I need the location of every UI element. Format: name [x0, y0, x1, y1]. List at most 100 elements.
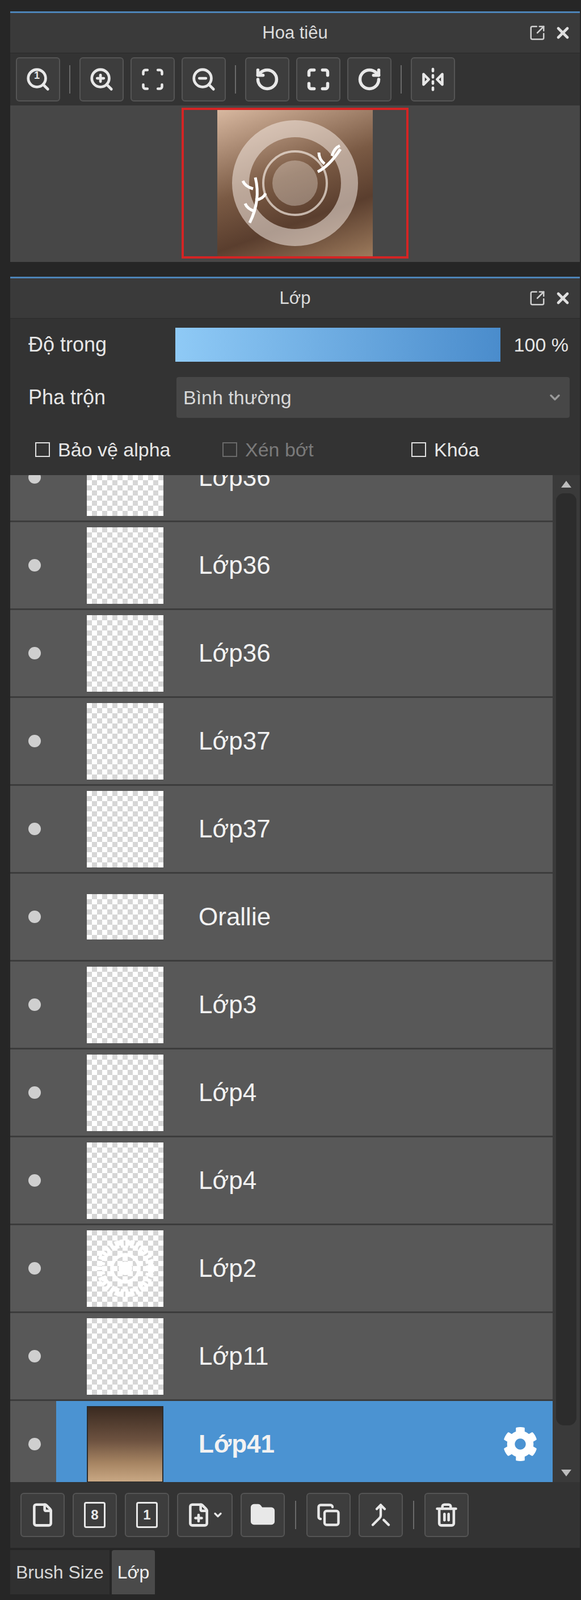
trash-icon [434, 1503, 460, 1529]
zoom-out-button[interactable] [181, 57, 226, 102]
zoom-actual-button[interactable]: 1 [15, 57, 61, 102]
close-icon[interactable] [553, 289, 572, 308]
delete-button[interactable] [424, 1493, 469, 1539]
layer-name: Lớp3 [198, 986, 538, 1025]
layer-row[interactable]: Lớp41 [10, 1402, 553, 1484]
layers-header: Lớp [10, 276, 580, 319]
canvas-artwork-icon [226, 115, 364, 252]
layer-thumbnail [86, 1319, 164, 1396]
flip-button[interactable] [410, 57, 456, 102]
toolbar-separator [413, 1501, 415, 1531]
layer-row[interactable]: Lớp4 [10, 1138, 553, 1227]
toolbar-separator [234, 65, 237, 94]
8bit-layer-icon: 8 [83, 1502, 106, 1530]
checkbox-box [35, 442, 50, 458]
merge-icon [368, 1504, 393, 1528]
option-checkbox[interactable]: Khóa [411, 435, 479, 465]
close-icon[interactable] [553, 23, 572, 42]
new-layer-button[interactable] [20, 1493, 65, 1539]
new-8bit-layer-button[interactable]: 8 [72, 1493, 117, 1539]
toolbar-separator [69, 65, 71, 94]
option-checkbox[interactable]: Bảo vệ alpha [35, 435, 223, 465]
navigator-header: Hoa tiêu [10, 11, 580, 54]
visibility-dot[interactable] [28, 647, 41, 660]
fit-button[interactable] [130, 57, 175, 102]
scroll-up-icon[interactable] [560, 480, 573, 490]
blend-label: Pha trộn [28, 382, 177, 414]
layer-thumbnail [86, 1231, 164, 1308]
panel-tabs: Brush SizeLớp [10, 1551, 580, 1596]
blend-dropdown[interactable]: Bình thường [176, 377, 570, 419]
layer-row[interactable]: Lớp3 [10, 962, 553, 1051]
rotate-right-button[interactable] [347, 57, 392, 102]
canvas-preview [217, 110, 373, 257]
layer-thumbnail [86, 475, 164, 517]
visibility-dot[interactable] [28, 1262, 41, 1276]
layer-thumbnail [86, 615, 164, 693]
layer-row[interactable]: Orallie [10, 874, 553, 963]
panel-tab[interactable]: Brush Size [10, 1551, 110, 1596]
panel-tab[interactable]: Lớp [111, 1551, 156, 1596]
rotate-left-button[interactable] [245, 57, 290, 102]
layers-toolbar: 81 [10, 1483, 580, 1549]
scroll-thumb[interactable] [556, 493, 577, 1427]
layer-row[interactable]: Lớp37 [10, 786, 553, 875]
zoom-in-icon [88, 66, 115, 93]
zoom-out-icon [190, 66, 217, 93]
fullscreen-button[interactable] [296, 57, 341, 102]
new-1bit-layer-button[interactable]: 1 [124, 1493, 170, 1539]
layer-row[interactable]: Lớp4 [10, 1050, 553, 1139]
rotate-left-icon [254, 66, 280, 92]
visibility-dot[interactable] [28, 1350, 41, 1364]
layer-name: Lớp36 [198, 475, 538, 497]
view-frame[interactable] [181, 107, 409, 259]
blend-row: Pha trộnBình thường [10, 371, 580, 425]
opacity-slider[interactable] [175, 327, 501, 362]
layer-row[interactable]: Lớp2 [10, 1226, 553, 1315]
layer-thumbnail [86, 703, 164, 781]
layer-settings-icon[interactable] [502, 1427, 538, 1463]
undock-icon[interactable] [528, 24, 546, 42]
checkbox-box [222, 442, 238, 458]
layer-name: Lớp4 [198, 1162, 538, 1201]
layer-name: Lớp2 [198, 1250, 538, 1288]
zoom-in-button[interactable] [79, 57, 124, 102]
layer-name: Orallie [198, 898, 538, 937]
scrollbar[interactable] [552, 475, 580, 1484]
flip-icon [420, 66, 446, 92]
layer-row[interactable]: Lớp37 [10, 698, 553, 787]
duplicate-button[interactable] [306, 1493, 351, 1539]
folder-icon [249, 1502, 276, 1530]
layer-name: Lớp4 [198, 1074, 538, 1113]
navigator-preview [10, 105, 580, 263]
layer-row[interactable]: Lớp11 [10, 1314, 553, 1403]
layer-row[interactable]: Lớp36 [10, 522, 553, 611]
layer-thumbnail [86, 791, 164, 869]
toolbar-separator [400, 65, 402, 94]
panel-title: Lớp [279, 285, 311, 313]
layer-row[interactable]: Lớp36 [10, 610, 553, 699]
layer-thumbnail [86, 527, 164, 605]
visibility-dot[interactable] [28, 823, 41, 836]
visibility-dot[interactable] [28, 999, 41, 1012]
add-layer-dropdown[interactable] [177, 1493, 233, 1539]
visibility-dot[interactable] [28, 475, 41, 484]
visibility-dot[interactable] [28, 1087, 41, 1100]
visibility-dot[interactable] [28, 559, 41, 572]
layer-row[interactable]: Lớp36 [10, 475, 553, 523]
rotate-right-icon [356, 66, 382, 92]
visibility-dot[interactable] [28, 735, 41, 748]
layer-name: Lớp37 [198, 722, 538, 761]
visibility-dot[interactable] [28, 1438, 41, 1452]
visibility-dot[interactable] [28, 1175, 41, 1188]
opacity-label: Độ trong [28, 329, 176, 361]
layer-thumbnail [86, 1055, 164, 1132]
fit-icon [140, 66, 166, 92]
visibility-dot[interactable] [28, 911, 41, 924]
undock-icon[interactable] [528, 289, 546, 307]
dropdown-arrow-icon [212, 1510, 224, 1522]
scroll-down-icon[interactable] [560, 1469, 573, 1479]
merge-button[interactable] [358, 1493, 403, 1539]
folder-button[interactable] [240, 1493, 285, 1539]
layer-thumbnail [86, 1143, 164, 1220]
